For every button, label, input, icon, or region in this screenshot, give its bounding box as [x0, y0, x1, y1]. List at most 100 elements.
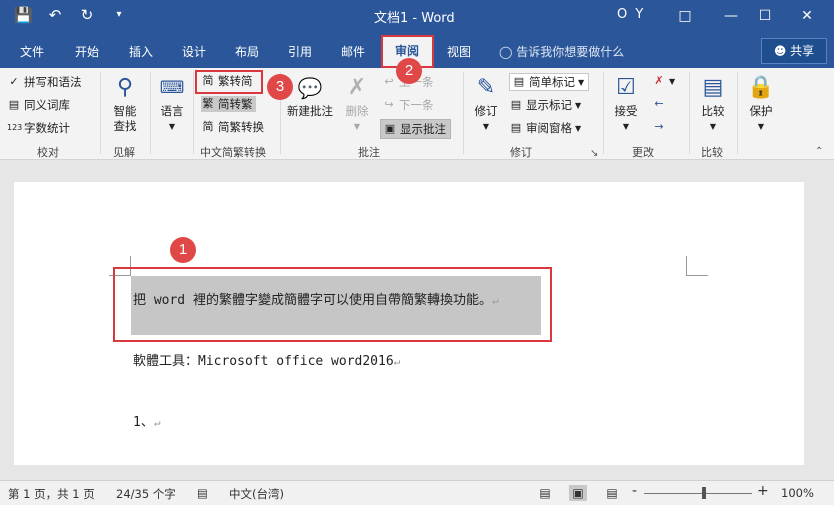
- show-comments-button[interactable]: ▣ 显示批注: [380, 119, 451, 139]
- next-label: 下一条: [399, 98, 434, 112]
- group-label-comments: 批注: [358, 146, 380, 159]
- delete-comment-icon: ✗: [347, 75, 367, 100]
- share-button[interactable]: ☻ 共享: [761, 38, 827, 64]
- spelling-grammar-button[interactable]: ✓ 拼写和语法: [7, 74, 82, 90]
- delete-comment-button[interactable]: ✗ 删除 ▼: [340, 74, 374, 134]
- zoom-slider[interactable]: [644, 493, 752, 494]
- undo-icon[interactable]: ↶: [46, 6, 64, 24]
- chinese-conversion-button[interactable]: 简简繁转换: [201, 119, 265, 135]
- show-markup-icon: ▤: [510, 98, 522, 111]
- accept-button[interactable]: ☑ 接受 ▼: [609, 74, 643, 134]
- tab-design[interactable]: 设计: [182, 43, 206, 60]
- close-icon[interactable]: ✕: [794, 4, 820, 28]
- protect-label: 保护: [749, 104, 773, 118]
- group-separator: [150, 72, 151, 154]
- chevron-down-icon: ▼: [578, 77, 585, 87]
- title-bar: 💾 ↶ ↻ ▾ 文档1 - Word O Y □ — ☐ ✕: [0, 0, 834, 34]
- show-comments-icon: ▣: [384, 122, 396, 135]
- previous-change-icon: ←: [654, 97, 664, 110]
- tab-mailings[interactable]: 邮件: [341, 43, 365, 60]
- collapse-ribbon-icon[interactable]: ⌃: [815, 146, 823, 157]
- vertical-scrollbar[interactable]: [822, 182, 834, 480]
- compare-button[interactable]: ▤ 比较 ▼: [695, 74, 731, 134]
- chevron-down-icon: ▼: [575, 123, 582, 133]
- tab-references[interactable]: 引用: [288, 43, 312, 60]
- dialog-launcher-icon[interactable]: ↘: [590, 148, 598, 159]
- ribbon: ✓ 拼写和语法 ▤ 同义词库 123 字数统计 校对 ⚲ 智能 查找 见解 ⌨ 语言 …: [0, 68, 834, 160]
- tab-view[interactable]: 视图: [447, 43, 471, 60]
- tab-layout[interactable]: 布局: [235, 43, 259, 60]
- language-status[interactable]: 中文(台湾): [229, 486, 284, 502]
- group-label-compare: 比较: [701, 146, 723, 159]
- next-change-button[interactable]: →: [652, 120, 666, 134]
- window-title: 文档1 - Word: [374, 11, 455, 26]
- book-icon: ▤: [8, 98, 20, 111]
- paragraph-mark-icon: ↵: [153, 416, 161, 429]
- maximize-icon[interactable]: ☐: [752, 4, 778, 28]
- annotation-badge-1: 1: [170, 237, 196, 263]
- pane-label: 审阅窗格: [526, 121, 572, 135]
- quick-access-toolbar: 💾 ↶ ↻ ▾: [14, 6, 128, 24]
- print-layout-icon[interactable]: ▣: [569, 485, 587, 501]
- show-markup-label: 显示标记: [526, 98, 572, 112]
- language-button[interactable]: ⌨ 语言 ▼: [155, 74, 189, 134]
- tab-file[interactable]: 文件: [20, 43, 44, 60]
- word-count-button[interactable]: 123 字数统计: [7, 120, 70, 136]
- thesaurus-button[interactable]: ▤ 同义词库: [7, 97, 70, 113]
- dropdown-arrow-icon: ▼: [757, 122, 765, 131]
- smart-lookup-label-1: 智能: [113, 104, 137, 118]
- new-comment-label: 新建批注: [287, 104, 333, 118]
- read-mode-icon[interactable]: ▤: [536, 485, 554, 501]
- compare-icon: ▤: [702, 75, 724, 100]
- previous-icon: ↩: [384, 75, 394, 88]
- smart-lookup-label-2: 查找: [113, 119, 137, 133]
- customize-icon[interactable]: ▾: [110, 6, 128, 24]
- convert-icon: 简: [202, 120, 214, 133]
- user-name[interactable]: O Y: [617, 7, 645, 22]
- page-count[interactable]: 第 1 页，共 1 页: [8, 486, 95, 502]
- track-label: 修订: [474, 104, 498, 118]
- markup-value: 简单标记: [529, 75, 575, 89]
- tab-insert[interactable]: 插入: [129, 43, 153, 60]
- next-comment-button[interactable]: ↪ 下一条: [382, 97, 434, 113]
- group-label-tracking: 修订: [510, 146, 532, 159]
- simp-to-trad-icon: 繁: [202, 97, 214, 110]
- save-icon[interactable]: 💾: [14, 6, 33, 24]
- tell-me-box[interactable]: ◯ 告诉我你想要做什么: [499, 43, 624, 60]
- track-changes-button[interactable]: ✎ 修订 ▼: [468, 74, 504, 134]
- smart-lookup-button[interactable]: ⚲ 智能 查找: [106, 74, 144, 134]
- annotation-box-t2s: [195, 70, 263, 94]
- new-comment-icon: 💬: [297, 76, 323, 100]
- zoom-level[interactable]: 100%: [781, 486, 814, 500]
- minimize-icon[interactable]: —: [718, 4, 744, 28]
- previous-change-button[interactable]: ←: [652, 97, 666, 111]
- protect-button[interactable]: 🔒 保护 ▼: [743, 74, 779, 134]
- reject-button[interactable]: ✗ ▼: [652, 74, 675, 88]
- word-count[interactable]: 24/35 个字: [116, 486, 176, 502]
- annotation-box-text: [113, 267, 552, 342]
- document-line-3[interactable]: 1、↵: [133, 411, 160, 430]
- spelling-label: 拼写和语法: [24, 75, 82, 89]
- next-icon: ↪: [384, 98, 394, 111]
- markup-display-select[interactable]: ▤ 简单标记 ▼: [509, 73, 590, 91]
- share-label: 共享: [790, 44, 815, 58]
- group-label-changes: 更改: [632, 146, 654, 159]
- delete-label: 删除: [345, 104, 369, 118]
- person-icon: ☻: [773, 44, 787, 58]
- show-markup-button[interactable]: ▤ 显示标记 ▼: [509, 97, 581, 113]
- proofing-status-icon[interactable]: ▤: [197, 486, 208, 500]
- zoom-slider-thumb[interactable]: [702, 487, 706, 499]
- zoom-out-button[interactable]: -: [632, 483, 637, 499]
- wordcount-label: 字数统计: [24, 121, 70, 135]
- ribbon-display-icon[interactable]: □: [672, 4, 698, 28]
- next-change-icon: →: [654, 120, 664, 133]
- simplified-to-traditional-button[interactable]: 繁简转繁: [201, 96, 256, 112]
- web-layout-icon[interactable]: ▤: [603, 485, 621, 501]
- zoom-in-button[interactable]: +: [757, 483, 769, 499]
- thesaurus-label: 同义词库: [24, 98, 70, 112]
- document-line-2[interactable]: 軟體工具：Microsoft office word2016↵: [133, 350, 400, 369]
- reviewing-pane-button[interactable]: ▤ 审阅窗格 ▼: [509, 120, 581, 136]
- tab-home[interactable]: 开始: [75, 43, 99, 60]
- redo-icon[interactable]: ↻: [78, 6, 96, 24]
- line2-text: 軟體工具：Microsoft office word2016: [133, 354, 394, 369]
